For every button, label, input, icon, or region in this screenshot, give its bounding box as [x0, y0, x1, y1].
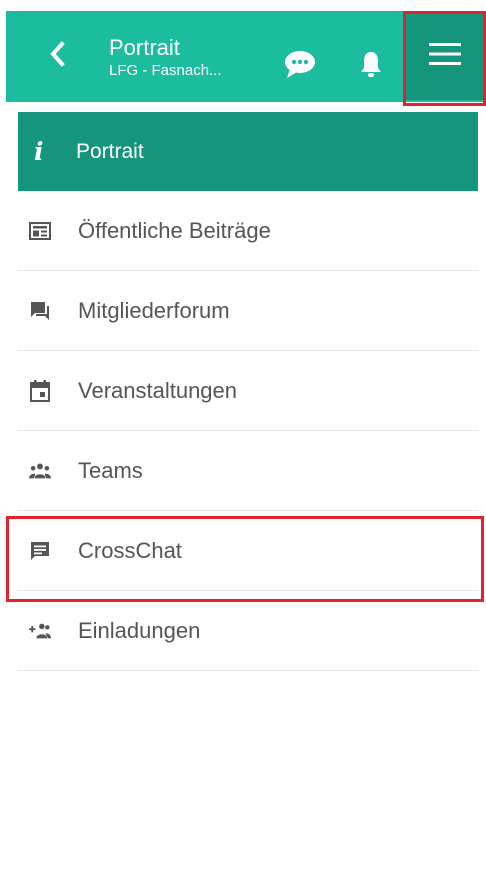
- nav-item-veranstaltungen[interactable]: Veranstaltungen: [18, 351, 478, 431]
- nav-item-oeffentliche-beitraege[interactable]: Öffentliche Beiträge: [18, 191, 478, 271]
- chevron-left-icon: [48, 40, 66, 72]
- page-title: Portrait: [109, 35, 180, 60]
- group-icon: [29, 460, 51, 482]
- page-subtitle: LFG - Fasnach...: [109, 62, 222, 79]
- notifications-button[interactable]: [356, 47, 386, 85]
- newspaper-icon: [29, 220, 51, 242]
- nav-item-mitgliederforum[interactable]: Mitgliederforum: [18, 271, 478, 351]
- message-icon: [29, 540, 51, 562]
- nav-item-einladungen[interactable]: Einladungen: [18, 591, 478, 671]
- nav-item-crosschat[interactable]: CrossChat: [18, 511, 478, 591]
- info-icon: i: [34, 137, 44, 166]
- hamburger-menu-icon: [428, 42, 461, 71]
- nav-item-portrait[interactable]: i Portrait: [18, 112, 478, 191]
- nav-item-label: Portrait: [76, 139, 144, 163]
- menu-button[interactable]: [405, 13, 484, 100]
- add-group-icon: [29, 620, 51, 642]
- nav-item-label: Mitgliederforum: [78, 297, 230, 323]
- calendar-icon: [29, 379, 51, 402]
- chat-bubble-icon: [283, 49, 317, 84]
- nav-item-label: Veranstaltungen: [78, 377, 238, 403]
- side-navigation: i Portrait Öffentliche Beiträge Mitglied…: [18, 112, 478, 671]
- back-button[interactable]: [40, 39, 74, 73]
- nav-item-teams[interactable]: Teams: [18, 431, 478, 511]
- header-titles: Portrait LFG - Fasnach...: [109, 35, 269, 80]
- chat-button[interactable]: [280, 49, 320, 83]
- forum-icon: [29, 300, 51, 322]
- nav-item-label: CrossChat: [78, 537, 182, 563]
- nav-item-label: Einladungen: [78, 617, 201, 643]
- bell-icon: [360, 50, 382, 83]
- nav-item-label: Öffentliche Beiträge: [78, 217, 271, 243]
- nav-item-label: Teams: [78, 457, 143, 483]
